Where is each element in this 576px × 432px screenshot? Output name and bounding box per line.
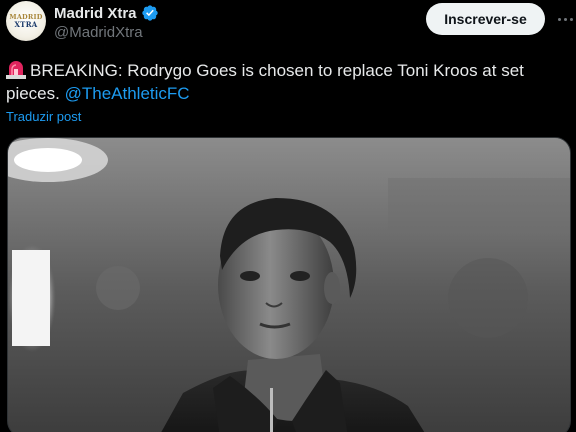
follow-button[interactable]: Inscrever-se bbox=[426, 3, 545, 35]
player-photo bbox=[8, 138, 570, 432]
translate-post-link[interactable]: Traduzir post bbox=[6, 109, 81, 124]
post-mention-link[interactable]: @TheAthleticFC bbox=[65, 84, 190, 103]
more-options-icon[interactable] bbox=[554, 10, 576, 28]
post-text: BREAKING: Rodrygo Goes is chosen to repl… bbox=[6, 59, 566, 105]
siren-icon bbox=[6, 61, 26, 79]
avatar-logo-line2: XTRA bbox=[14, 19, 38, 29]
author-handle[interactable]: @MadridXtra bbox=[54, 24, 143, 41]
post-media-photo[interactable] bbox=[7, 137, 571, 432]
tweet: MADRID XTRA Madrid Xtra @MadridXtra Insc… bbox=[0, 0, 576, 432]
author-name-row: Madrid Xtra bbox=[54, 4, 159, 22]
avatar[interactable]: MADRID XTRA bbox=[6, 1, 46, 41]
verified-badge-icon bbox=[141, 5, 158, 21]
author-display-name[interactable]: Madrid Xtra bbox=[54, 5, 137, 22]
